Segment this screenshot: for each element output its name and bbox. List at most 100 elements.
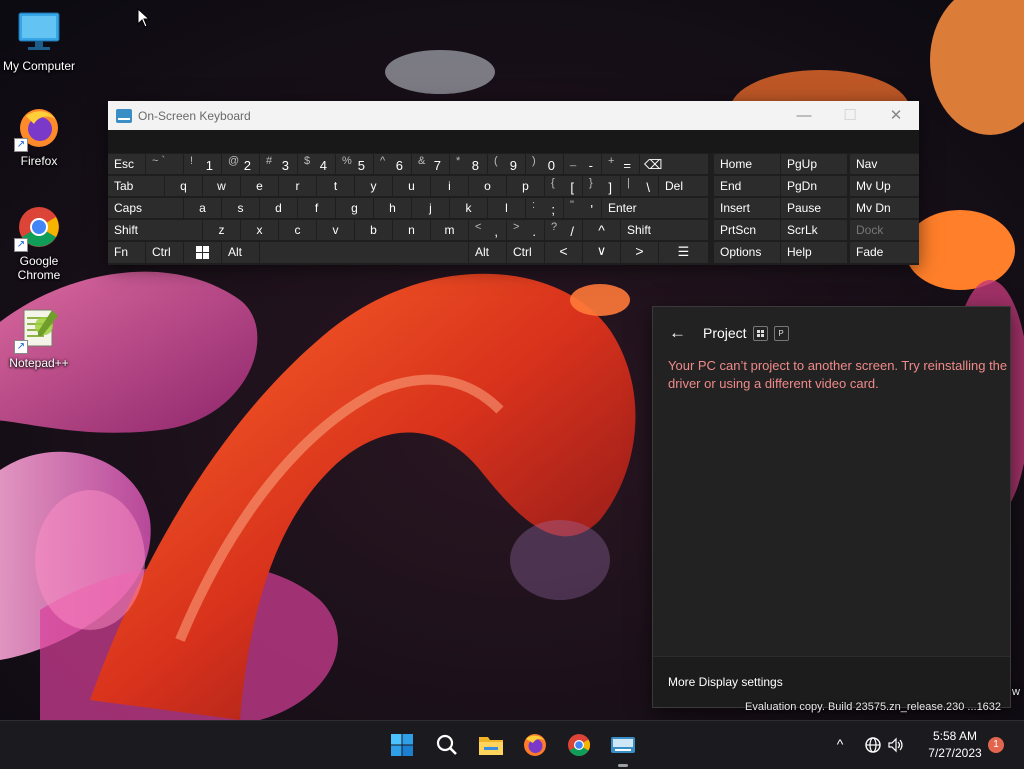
key-up-arrow[interactable]: ^ (583, 220, 620, 240)
key-3[interactable]: #3 (260, 154, 297, 174)
osk-taskbar-button[interactable] (605, 727, 641, 763)
desktop-icon-firefox[interactable]: ↗ Firefox (1, 104, 77, 168)
notification-badge[interactable]: 1 (988, 737, 1004, 753)
key-pgup[interactable]: PgUp (781, 154, 847, 174)
key-n[interactable]: n (393, 220, 430, 240)
key-y[interactable]: y (355, 176, 392, 196)
key-help[interactable]: Help (781, 242, 847, 263)
key-z[interactable]: z (203, 220, 240, 240)
file-explorer-button[interactable] (473, 727, 509, 763)
key-c[interactable]: c (279, 220, 316, 240)
key-prtscn[interactable]: PrtScn (714, 220, 780, 240)
key-caps[interactable]: Caps (108, 198, 183, 218)
key-r[interactable]: r (279, 176, 316, 196)
key-pause[interactable]: Pause (781, 198, 847, 218)
clock-date[interactable]: 7/27/2023 (918, 746, 992, 760)
key-fade[interactable]: Fade (850, 242, 919, 263)
key-i[interactable]: i (431, 176, 468, 196)
key-minus[interactable]: _ - (564, 154, 601, 174)
key-mv-up[interactable]: Mv Up (850, 176, 919, 196)
key-equals[interactable]: + = (602, 154, 639, 174)
key-1[interactable]: ! 1 (184, 154, 221, 174)
key-options[interactable]: Options (714, 242, 780, 263)
firefox-taskbar-button[interactable] (517, 727, 553, 763)
minimize-button[interactable]: — (781, 101, 827, 130)
key-left-bracket[interactable]: {[ (545, 176, 582, 196)
volume-icon[interactable] (887, 736, 905, 759)
key-left-alt[interactable]: Alt (222, 242, 259, 263)
close-button[interactable]: ✕ (873, 101, 919, 130)
project-panel[interactable]: ← Project P Your PC can’t project to ano… (652, 306, 1011, 708)
key-t[interactable]: t (317, 176, 354, 196)
key-backtick[interactable]: ~ ` (146, 154, 183, 174)
key-semicolon[interactable]: :; (526, 198, 563, 218)
key-right-alt[interactable]: Alt (469, 242, 506, 263)
key-windows[interactable] (184, 242, 221, 263)
key-4[interactable]: $4 (298, 154, 335, 174)
key-mv-dn[interactable]: Mv Dn (850, 198, 919, 218)
desktop-icon-google-chrome[interactable]: ↗ Google Chrome (1, 204, 77, 282)
key-down-arrow[interactable]: ∨ (583, 242, 620, 263)
key-right-ctrl[interactable]: Ctrl (507, 242, 544, 263)
key-right-shift[interactable]: Shift (621, 220, 708, 240)
key-slash[interactable]: ? / (545, 220, 582, 240)
key-b[interactable]: b (355, 220, 392, 240)
key-p[interactable]: p (507, 176, 544, 196)
key-tab[interactable]: Tab (108, 176, 164, 196)
key-home[interactable]: Home (714, 154, 780, 174)
maximize-button[interactable]: ☐ (827, 101, 873, 130)
key-delete[interactable]: Del (659, 176, 708, 196)
key-s[interactable]: s (222, 198, 259, 218)
key-d[interactable]: d (260, 198, 297, 218)
key-w[interactable]: w (203, 176, 240, 196)
key-x[interactable]: x (241, 220, 278, 240)
key-8[interactable]: * 8 (450, 154, 487, 174)
key-end[interactable]: End (714, 176, 780, 196)
chrome-taskbar-button[interactable] (561, 727, 597, 763)
key-left-ctrl[interactable]: Ctrl (146, 242, 183, 263)
key-insert[interactable]: Insert (714, 198, 780, 218)
key-q[interactable]: q (165, 176, 202, 196)
key-u[interactable]: u (393, 176, 430, 196)
key-k[interactable]: k (450, 198, 487, 218)
desktop-icon-notepadpp[interactable]: ↗ Notepad++ (1, 306, 77, 370)
key-l[interactable]: l (488, 198, 525, 218)
key-backslash[interactable]: | \ (621, 176, 658, 196)
key-7[interactable]: & 7 (412, 154, 449, 174)
key-2[interactable]: @2 (222, 154, 259, 174)
key-9[interactable]: (9 (488, 154, 525, 174)
key-h[interactable]: h (374, 198, 411, 218)
key-enter[interactable]: Enter (602, 198, 708, 218)
on-screen-keyboard-window[interactable]: On-Screen Keyboard — ☐ ✕ Esc ~ ` ! 1 @2 #… (108, 101, 919, 265)
key-esc[interactable]: Esc (108, 154, 145, 174)
search-button[interactable] (429, 727, 465, 763)
key-pgdn[interactable]: PgDn (781, 176, 847, 196)
key-fn[interactable]: Fn (108, 242, 145, 263)
key-v[interactable]: v (317, 220, 354, 240)
network-icon[interactable] (864, 736, 882, 759)
osk-titlebar[interactable]: On-Screen Keyboard — ☐ ✕ (108, 101, 919, 130)
key-5[interactable]: % 5 (336, 154, 373, 174)
key-left-arrow[interactable]: < (545, 242, 582, 263)
key-menu[interactable]: ☰ (659, 242, 708, 263)
key-o[interactable]: o (469, 176, 506, 196)
key-comma[interactable]: <, (469, 220, 506, 240)
key-period[interactable]: >. (507, 220, 544, 240)
key-m[interactable]: m (431, 220, 468, 240)
more-display-settings-link[interactable]: More Display settings (668, 675, 783, 689)
key-j[interactable]: j (412, 198, 449, 218)
key-g[interactable]: g (336, 198, 373, 218)
key-right-bracket[interactable]: }] (583, 176, 620, 196)
key-a[interactable]: a (184, 198, 221, 218)
desktop-icon-my-computer[interactable]: My Computer (1, 9, 77, 73)
key-nav[interactable]: Nav (850, 154, 919, 174)
clock-time[interactable]: 5:58 AM (918, 729, 992, 743)
key-f[interactable]: f (298, 198, 335, 218)
back-button[interactable]: ← (669, 323, 697, 343)
key-0[interactable]: ) 0 (526, 154, 563, 174)
key-left-shift[interactable]: Shift (108, 220, 202, 240)
key-quote[interactable]: " ' (564, 198, 601, 218)
key-space[interactable] (260, 242, 468, 263)
key-e[interactable]: e (241, 176, 278, 196)
start-button[interactable] (384, 727, 420, 763)
